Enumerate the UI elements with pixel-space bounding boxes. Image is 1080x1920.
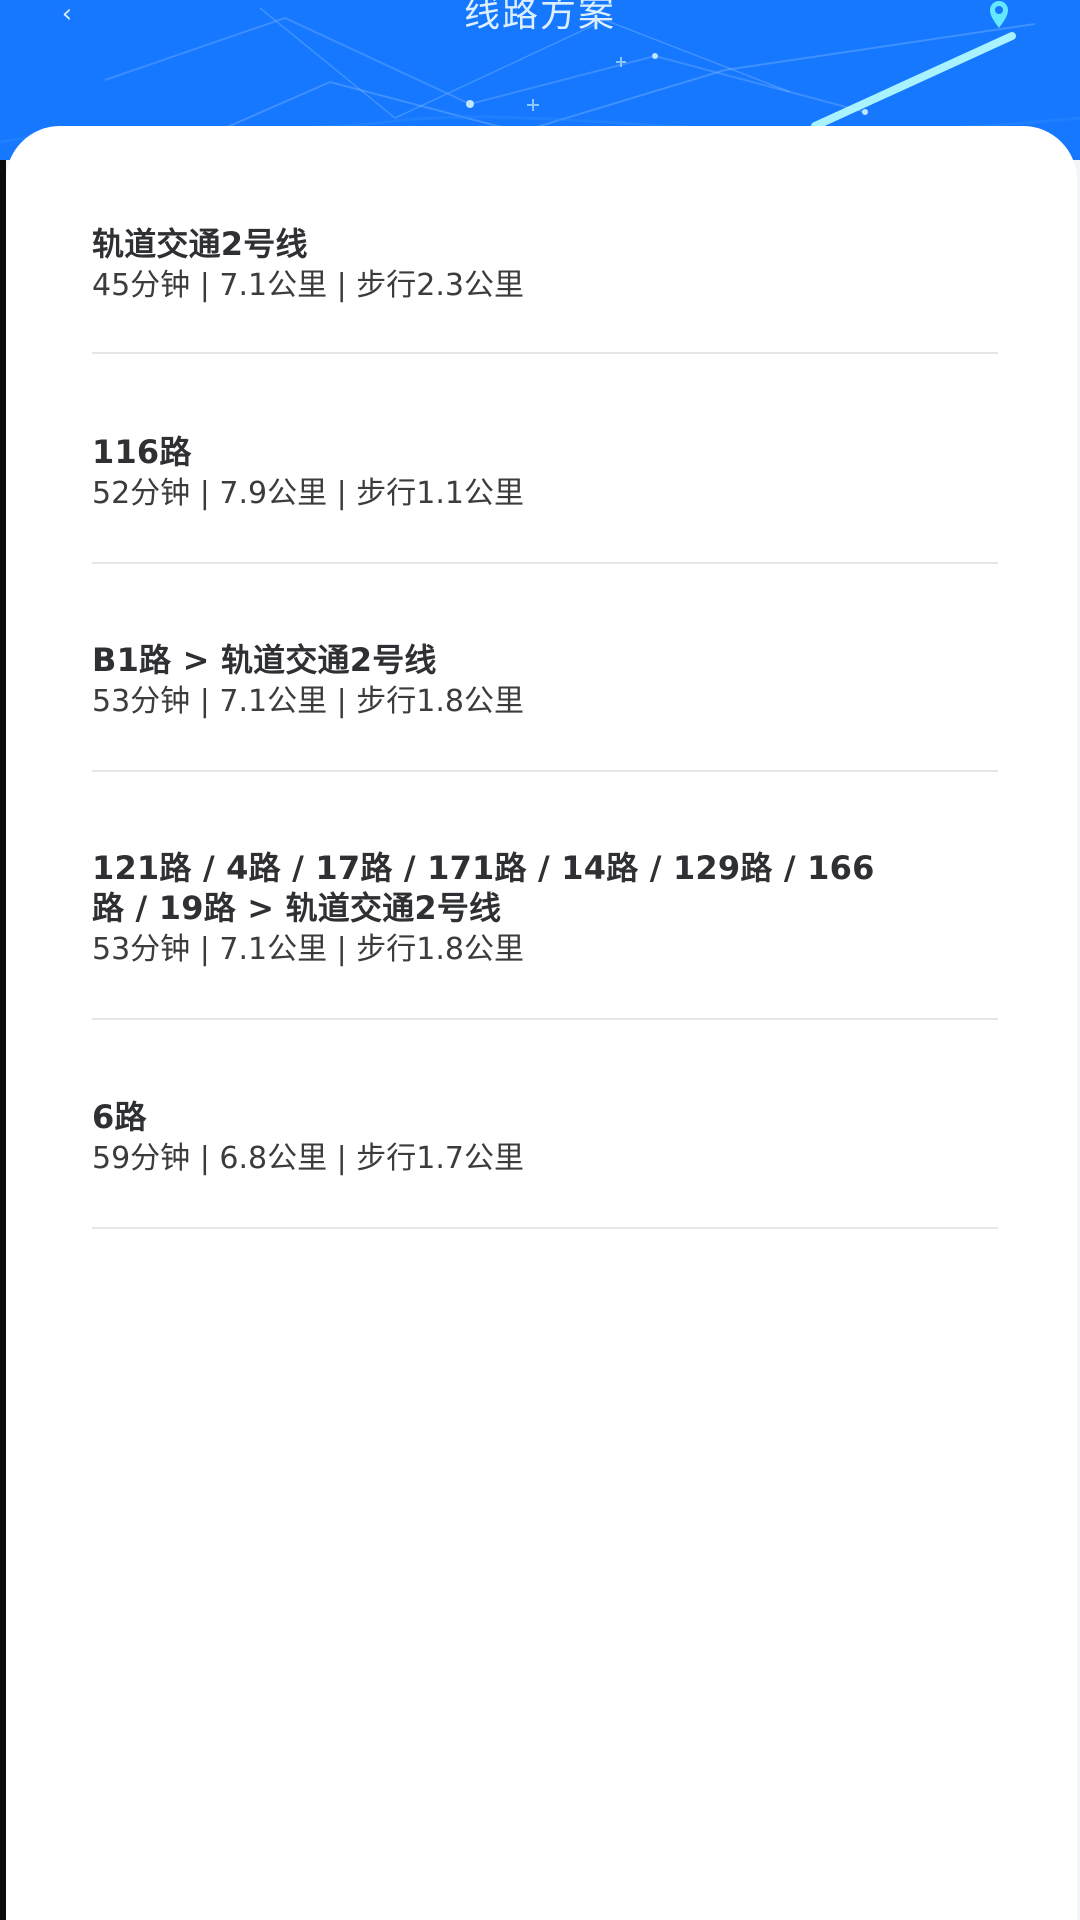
route-title: 轨道交通2号线 (92, 225, 308, 263)
route-title: 121路 / 4路 / 17路 / 171路 / 14路 / 129路 / 16… (92, 849, 875, 927)
page-title: 线路方案 (463, 0, 616, 35)
top-navigation-bar: ‹ 线路方案 (0, 0, 1080, 42)
route-summary: 45分钟 | 7.1公里 | 步行2.3公里 (92, 268, 524, 303)
route-options-panel: 轨道交通2号线 45分钟 | 7.1公里 | 步行2.3公里 116路 52分钟… (6, 126, 1077, 1920)
location-pin-icon (990, 1, 1008, 28)
route-option-1[interactable]: 轨道交通2号线 45分钟 | 7.1公里 | 步行2.3公里 (92, 224, 998, 354)
route-option-3[interactable]: B1路 > 轨道交通2号线 53分钟 | 7.1公里 | 步行1.8公里 (92, 640, 998, 772)
route-option-4[interactable]: 121路 / 4路 / 17路 / 171路 / 14路 / 129路 / 16… (92, 848, 998, 1020)
route-title: 6路 (92, 1098, 147, 1136)
route-summary: 59分钟 | 6.8公里 | 步行1.7公里 (92, 1141, 524, 1176)
route-title: B1路 > 轨道交通2号线 (92, 641, 437, 679)
route-summary: 53分钟 | 7.1公里 | 步行1.8公里 (92, 932, 524, 967)
route-summary: 52分钟 | 7.9公里 | 步行1.1公里 (92, 476, 524, 511)
route-option-5[interactable]: 6路 59分钟 | 6.8公里 | 步行1.7公里 (92, 1097, 998, 1229)
route-option-2[interactable]: 116路 52分钟 | 7.9公里 | 步行1.1公里 (92, 432, 998, 564)
route-plan-screen: ‹ 线路方案 轨道交通2号线 45分钟 | 7.1公里 | 步行2.3公里 11… (0, 0, 1080, 1920)
route-summary: 53分钟 | 7.1公里 | 步行1.8公里 (92, 684, 524, 719)
route-title: 116路 (92, 433, 192, 471)
